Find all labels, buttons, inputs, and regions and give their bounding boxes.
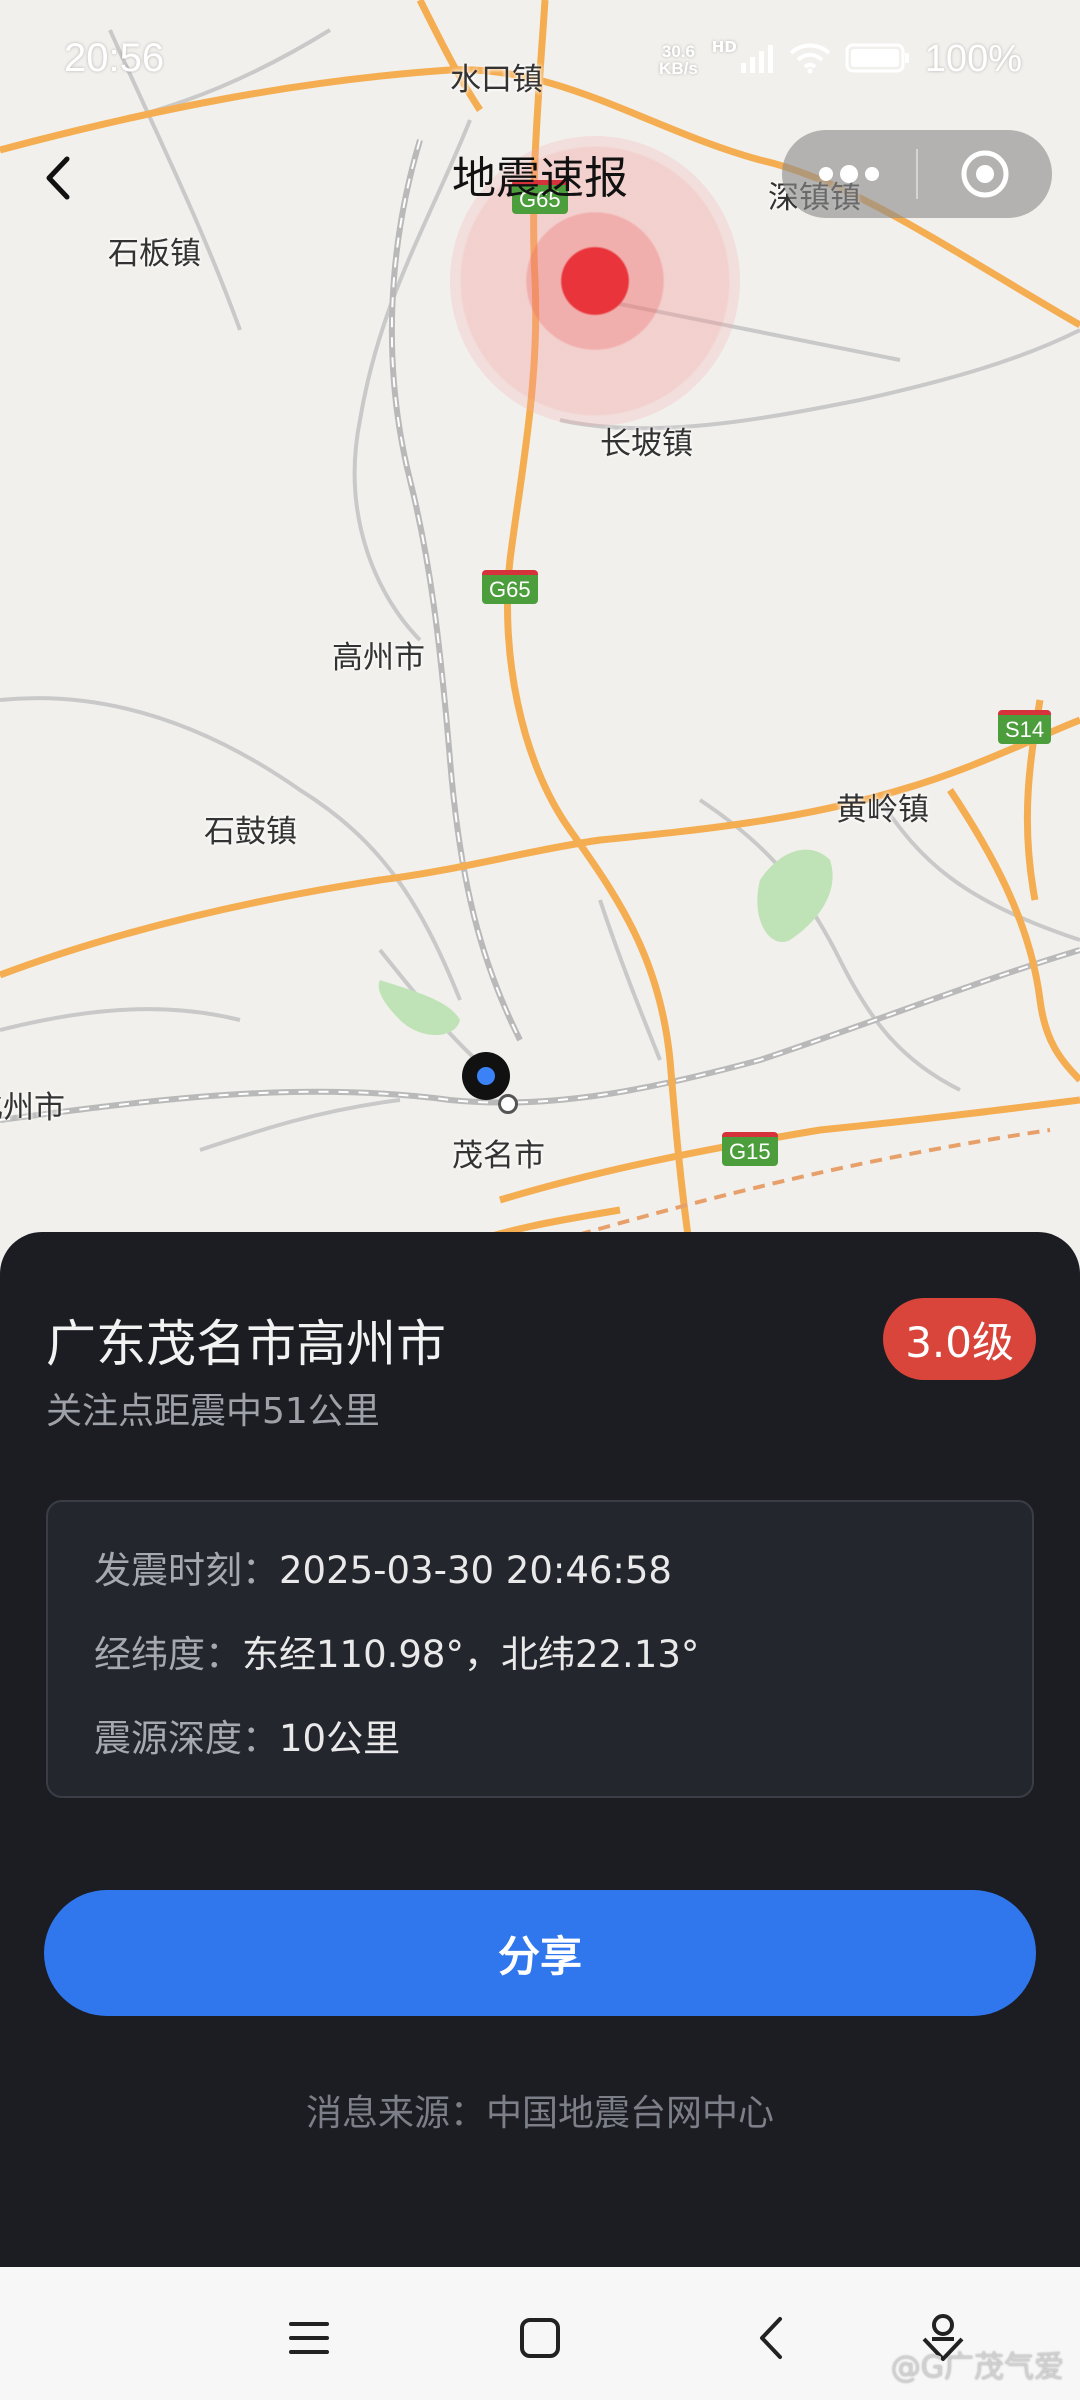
more-button[interactable]	[782, 130, 916, 218]
battery-percent: 100%	[924, 38, 1022, 80]
home-square-icon	[520, 2318, 560, 2358]
time-label: 发震时刻：	[94, 1549, 279, 1592]
map-label-gaozhou: 高州市	[332, 640, 425, 676]
home-button[interactable]	[505, 2303, 575, 2373]
road-shield-g65-mid: G65	[482, 570, 538, 604]
earthquake-info-panel: 广东茂名市高州市 关注点距震中51公里 3.0级 发震时刻：2025-03-30…	[0, 1232, 1080, 2267]
system-nav-bar: @G广茂气爱	[0, 2267, 1080, 2400]
battery-icon	[845, 43, 911, 77]
status-time: 20:56	[64, 36, 165, 80]
info-row-coord: 经纬度：东经110.98°，北纬22.13°	[94, 1624, 699, 1678]
coord-value: 东经110.98°，北纬22.13°	[242, 1633, 700, 1676]
network-tag: HD	[711, 38, 737, 56]
menu-icon	[289, 2322, 329, 2354]
info-box: 发震时刻：2025-03-30 20:46:58 经纬度：东经110.98°，北…	[46, 1500, 1034, 1798]
network-speed: 30.6 KB/s	[659, 43, 698, 77]
status-bar: 20:56 30.6 KB/s HD 100%	[0, 0, 1080, 120]
distance-text: 关注点距震中51公里	[46, 1391, 380, 1432]
location-title: 广东茂名市高州市	[46, 1315, 446, 1373]
network-speed-unit: KB/s	[659, 58, 698, 78]
info-row-time: 发震时刻：2025-03-30 20:46:58	[94, 1540, 672, 1594]
share-button[interactable]: 分享	[44, 1890, 1036, 2016]
map-label-maoming: 茂名市	[452, 1138, 545, 1174]
watermark: @G广茂气爱	[890, 2350, 1064, 2385]
map-label-changpo: 长坡镇	[600, 426, 693, 462]
road-shield-g15: G15	[722, 1132, 778, 1166]
user-location-marker[interactable]	[462, 1052, 510, 1100]
time-value: 2025-03-30 20:46:58	[279, 1549, 672, 1592]
wifi-icon	[789, 42, 831, 78]
road-shield-s14: S14	[998, 710, 1052, 744]
depth-value: 10公里	[279, 1717, 401, 1760]
signal-icon	[740, 43, 775, 77]
map-label-huazhou: 化州市	[0, 1090, 65, 1126]
miniapp-capsule	[782, 130, 1052, 218]
city-dot	[498, 1094, 518, 1114]
depth-label: 震源深度：	[94, 1717, 279, 1760]
back-chevron-icon	[760, 2317, 782, 2359]
header: 地震速报	[0, 130, 1080, 220]
magnitude-badge: 3.0级	[883, 1298, 1036, 1380]
coord-label: 经纬度：	[94, 1633, 242, 1676]
map-label-shiban: 石板镇	[108, 236, 201, 272]
source-text: 消息来源：中国地震台网中心	[305, 2093, 774, 2134]
status-icons: 30.6 KB/s HD 100%	[659, 38, 1022, 81]
system-back-button[interactable]	[736, 2303, 806, 2373]
more-dots-icon	[819, 165, 879, 183]
map-label-shigu: 石鼓镇	[204, 814, 297, 850]
network-speed-value: 30.6	[661, 41, 695, 61]
info-row-depth: 震源深度：10公里	[94, 1708, 400, 1762]
map-label-huangling: 黄岭镇	[836, 792, 929, 828]
menu-button[interactable]	[274, 2303, 344, 2373]
close-miniapp-button[interactable]	[918, 130, 1052, 218]
target-icon	[961, 150, 1009, 198]
